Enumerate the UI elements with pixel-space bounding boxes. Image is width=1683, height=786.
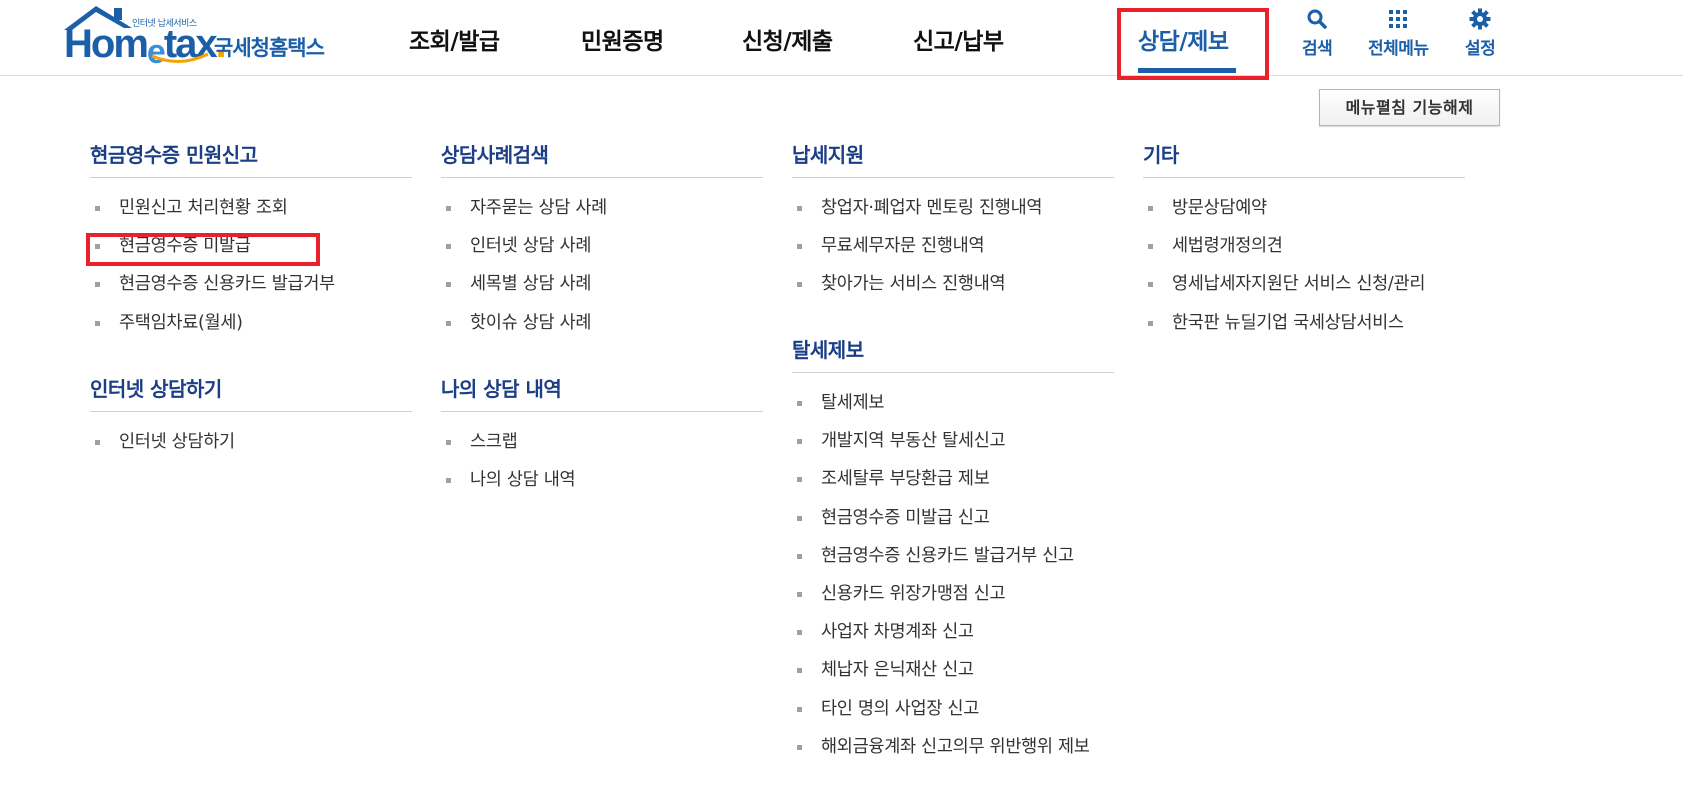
bullet-icon [446,440,451,445]
bullet-icon [1148,282,1153,288]
menu-item[interactable]: 조세탈루 부당환급 제보 [792,460,1114,498]
search-button[interactable]: 검색 [1302,8,1333,59]
gear-icon [1469,8,1491,30]
section-etc: 기타 방문상담예약 세법령개정의견 영세납세자지원단 서비스 신청/관리 한국판… [1143,138,1465,342]
settings-button[interactable]: 설정 [1465,8,1496,59]
bullet-icon [797,591,802,597]
search-icon [1307,9,1327,29]
bullet-icon [95,440,100,445]
bullet-icon [797,206,802,211]
bullet-icon [797,439,802,445]
menu-item[interactable]: 영세납세자지원단 서비스 신청/관리 [1143,265,1465,303]
bullet-icon [95,206,100,211]
menu-item[interactable]: 자주묻는 상담 사례 [441,189,763,227]
menu-item[interactable]: 핫이슈 상담 사례 [441,304,763,342]
nav-application-submission[interactable]: 신청/제출 [742,22,833,56]
section-title: 상담사례검색 [441,138,763,178]
menu-item[interactable]: 타인 명의 사업장 신고 [792,690,1114,728]
bullet-icon [95,320,100,326]
menu-item[interactable]: 현금영수증 신용카드 발급거부 [90,265,412,303]
section-internet-consult: 인터넷 상담하기 인터넷 상담하기 [90,372,412,461]
section-title: 나의 상담 내역 [441,372,763,412]
section-title: 탈세제보 [792,333,1114,373]
menu-item[interactable]: 나의 상담 내역 [441,461,763,499]
menu-item[interactable]: 무료세무자문 진행내역 [792,227,1114,265]
menu-item[interactable]: 인터넷 상담 사례 [441,227,763,265]
highlight-box-nav [1117,8,1269,80]
menu-item[interactable]: 현금영수증 미발급 신고 [792,499,1114,537]
bullet-icon [797,515,802,521]
nav-report-payment[interactable]: 신고/납부 [913,22,1004,56]
section-title: 현금영수증 민원신고 [90,138,412,178]
menu-item[interactable]: 체납자 은닉재산 신고 [792,651,1114,689]
menu-item[interactable]: 신용카드 위장가맹점 신고 [792,575,1114,613]
menu-item[interactable]: 민원신고 처리현황 조회 [90,189,412,227]
bullet-icon [1148,244,1153,250]
menu-item[interactable]: 사업자 차명계좌 신고 [792,613,1114,651]
bullet-icon [797,477,802,483]
menu-item[interactable]: 방문상담예약 [1143,189,1465,227]
bullet-icon [797,630,802,636]
bullet-icon [797,744,802,750]
bullet-icon [797,401,802,406]
menu-item[interactable]: 주택임차료(월세) [90,304,412,342]
menu-item[interactable]: 세법령개정의견 [1143,227,1465,265]
bullet-icon [797,553,802,559]
full-menu-label: 전체메뉴 [1368,39,1429,59]
disable-menu-expand-button[interactable]: 메뉴펼침 기능해제 [1319,89,1500,126]
menu-item[interactable]: 한국판 뉴딜기업 국세상담서비스 [1143,304,1465,342]
section-title: 기타 [1143,138,1465,178]
menu-item[interactable]: 스크랩 [441,423,763,461]
bullet-icon [1148,206,1153,211]
section-tax-support: 납세지원 창업자·폐업자 멘토링 진행내역 무료세무자문 진행내역 찾아가는 서… [792,138,1114,304]
menu-item[interactable]: 해외금융계좌 신고의무 위반행위 제보 [792,728,1114,766]
section-consult-case-search: 상담사례검색 자주묻는 상담 사례 인터넷 상담 사례 세목별 상담 사례 핫이… [441,138,763,342]
menu-item[interactable]: 개발지역 부동산 탈세신고 [792,422,1114,460]
top-header: 인터넷 납세서비스 Hometax. 국세청홈택스 조회/발급 민원증명 신청/… [0,0,1683,80]
menu-item[interactable]: 세목별 상담 사례 [441,265,763,303]
menu-item[interactable]: 찾아가는 서비스 진행내역 [792,265,1114,303]
logo-korean-name: 국세청홈택스 [214,36,325,60]
bullet-icon [446,478,451,484]
settings-label: 설정 [1465,39,1496,59]
bullet-icon [797,668,802,674]
bullet-icon [446,206,451,211]
nav-civil-certificates[interactable]: 민원증명 [581,22,664,56]
section-title: 납세지원 [792,138,1114,178]
bullet-icon [797,706,802,712]
bullet-icon [446,282,451,288]
menu-item[interactable]: 인터넷 상담하기 [90,423,412,461]
highlight-box-menu-item [86,233,320,266]
section-title: 인터넷 상담하기 [90,372,412,412]
bullet-icon [446,320,451,326]
section-my-consult-history: 나의 상담 내역 스크랩 나의 상담 내역 [441,372,763,499]
menu-item[interactable]: 현금영수증 신용카드 발급거부 신고 [792,537,1114,575]
nav-inquiry-issue[interactable]: 조회/발급 [409,22,500,56]
bullet-icon [1148,320,1153,326]
bullet-icon [446,244,451,250]
full-menu-button[interactable]: 전체메뉴 [1368,8,1429,59]
grid-icon [1389,10,1408,28]
hometax-logo[interactable]: 인터넷 납세서비스 Hometax. 국세청홈택스 [60,4,330,71]
menu-item[interactable]: 창업자·폐업자 멘토링 진행내역 [792,189,1114,227]
bullet-icon [797,244,802,250]
bullet-icon [95,282,100,288]
logo-swoosh-icon [151,52,209,63]
menu-item[interactable]: 탈세제보 [792,384,1114,422]
bullet-icon [797,282,802,288]
section-tax-evasion-report: 탈세제보 탈세제보 개발지역 부동산 탈세신고 조세탈루 부당환급 제보 현금영… [792,333,1114,766]
search-label: 검색 [1302,39,1333,59]
